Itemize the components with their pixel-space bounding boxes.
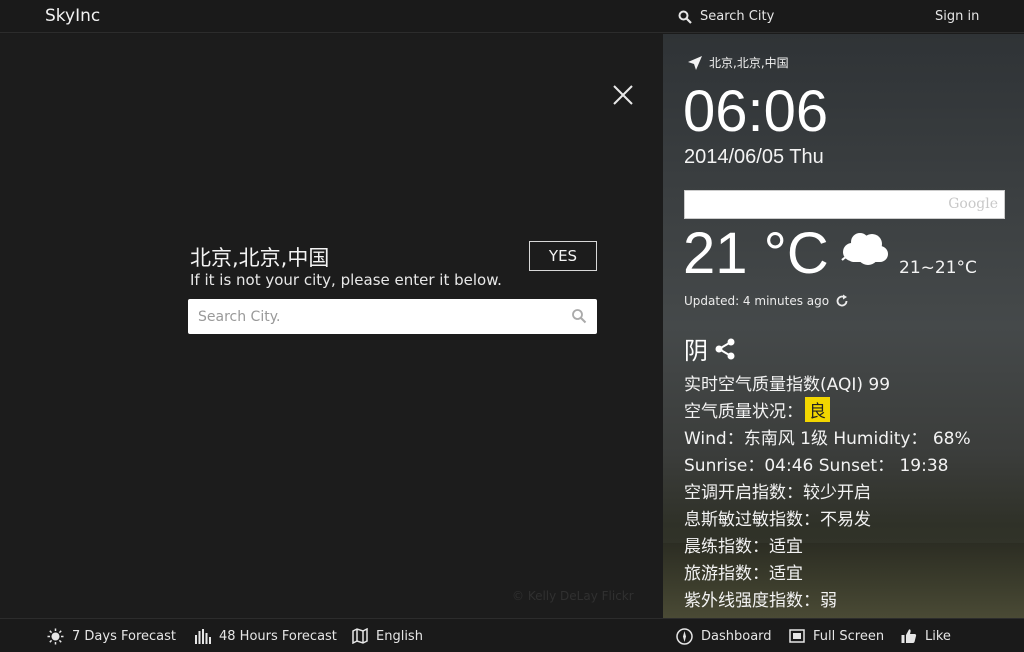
seven-day-forecast-label: 7 Days Forecast [72, 629, 176, 644]
city-search-box [188, 299, 597, 334]
clock-date: 2014/06/05 Thu [684, 146, 824, 168]
condition-label: 阴 [684, 337, 708, 365]
yes-button[interactable]: YES [529, 241, 597, 271]
seven-day-forecast-link[interactable]: 7 Days Forecast [47, 628, 176, 645]
current-temperature: 21 °C [683, 221, 829, 286]
dashboard-link[interactable]: Dashboard [676, 628, 772, 645]
updated-status: Updated: 4 minutes ago [684, 294, 849, 308]
map-icon [352, 628, 368, 644]
sun-icon [47, 628, 64, 645]
bar-chart-icon [195, 629, 211, 644]
photo-credit: © Kelly DeLay Flickr [512, 589, 634, 603]
like-button[interactable]: Like [901, 628, 951, 644]
refresh-icon[interactable] [835, 294, 849, 308]
close-icon[interactable] [612, 84, 634, 106]
city-instruction: If it is not your city, please enter it … [190, 271, 502, 289]
compass-icon [676, 628, 693, 645]
sunrise-sunset: Sunrise：04:46 Sunset： 19:38 [684, 456, 949, 476]
allergy-index: 息斯敏过敏指数：不易发 [684, 510, 871, 530]
google-brand: Google [948, 196, 998, 212]
forty-eight-hour-forecast-label: 48 Hours Forecast [219, 628, 337, 644]
detected-city: 北京,北京,中国 [190, 246, 330, 270]
weather-condition: 阴 [684, 331, 736, 366]
current-location[interactable]: 北京,北京,中国 [687, 54, 789, 71]
aqi-status-badge: 良 [805, 397, 830, 422]
uv-index: 紫外线强度指数：弱 [684, 591, 837, 611]
location-label: 北京,北京,中国 [709, 56, 789, 70]
dashboard-label: Dashboard [701, 629, 772, 644]
top-search-link[interactable]: Search City [678, 9, 774, 24]
forty-eight-hour-forecast-link[interactable]: 48 Hours Forecast [195, 628, 337, 644]
aqi-status-label: 空气质量状况： [684, 402, 803, 422]
city-search-input[interactable] [188, 299, 558, 334]
cloudy-icon [841, 233, 888, 265]
share-icon[interactable] [714, 338, 736, 360]
full-screen-link[interactable]: Full Screen [789, 628, 884, 644]
google-search-box: Google [684, 190, 1005, 219]
search-icon [678, 10, 692, 24]
weather-panel: 北京,北京,中国 06:06 2014/06/05 Thu Google 21 … [663, 34, 1024, 618]
fullscreen-icon [789, 629, 805, 643]
aqi-value: 实时空气质量指数(AQI) 99 [684, 375, 891, 395]
full-screen-label: Full Screen [813, 628, 885, 644]
travel-index: 旅游指数：适宜 [684, 564, 803, 584]
wind-humidity: Wind：东南风 1级 Humidity： 68% [684, 429, 971, 449]
location-arrow-icon [688, 55, 702, 70]
language-selector[interactable]: English [352, 628, 423, 644]
search-icon[interactable] [571, 308, 587, 324]
aqi-status-row: 空气质量状况：良 [684, 397, 830, 422]
brand-logo[interactable]: SkyInc [45, 6, 100, 26]
ac-index: 空调开启指数：较少开启 [684, 483, 871, 503]
bottom-bar: 7 Days Forecast 48 Hours Forecast Englis… [0, 618, 1024, 652]
top-search-label: Search City [700, 9, 775, 24]
updated-label: Updated: 4 minutes ago [684, 294, 830, 308]
sign-in-link[interactable]: Sign in [935, 9, 979, 24]
thumbs-up-icon [901, 629, 917, 643]
temperature-range: 21~21°C [899, 258, 977, 278]
language-label: English [376, 628, 423, 644]
exercise-index: 晨练指数：适宜 [684, 537, 803, 557]
clock-time: 06:06 [683, 79, 829, 144]
like-label: Like [925, 628, 951, 644]
top-bar: SkyInc Search City Sign in [0, 0, 1024, 33]
